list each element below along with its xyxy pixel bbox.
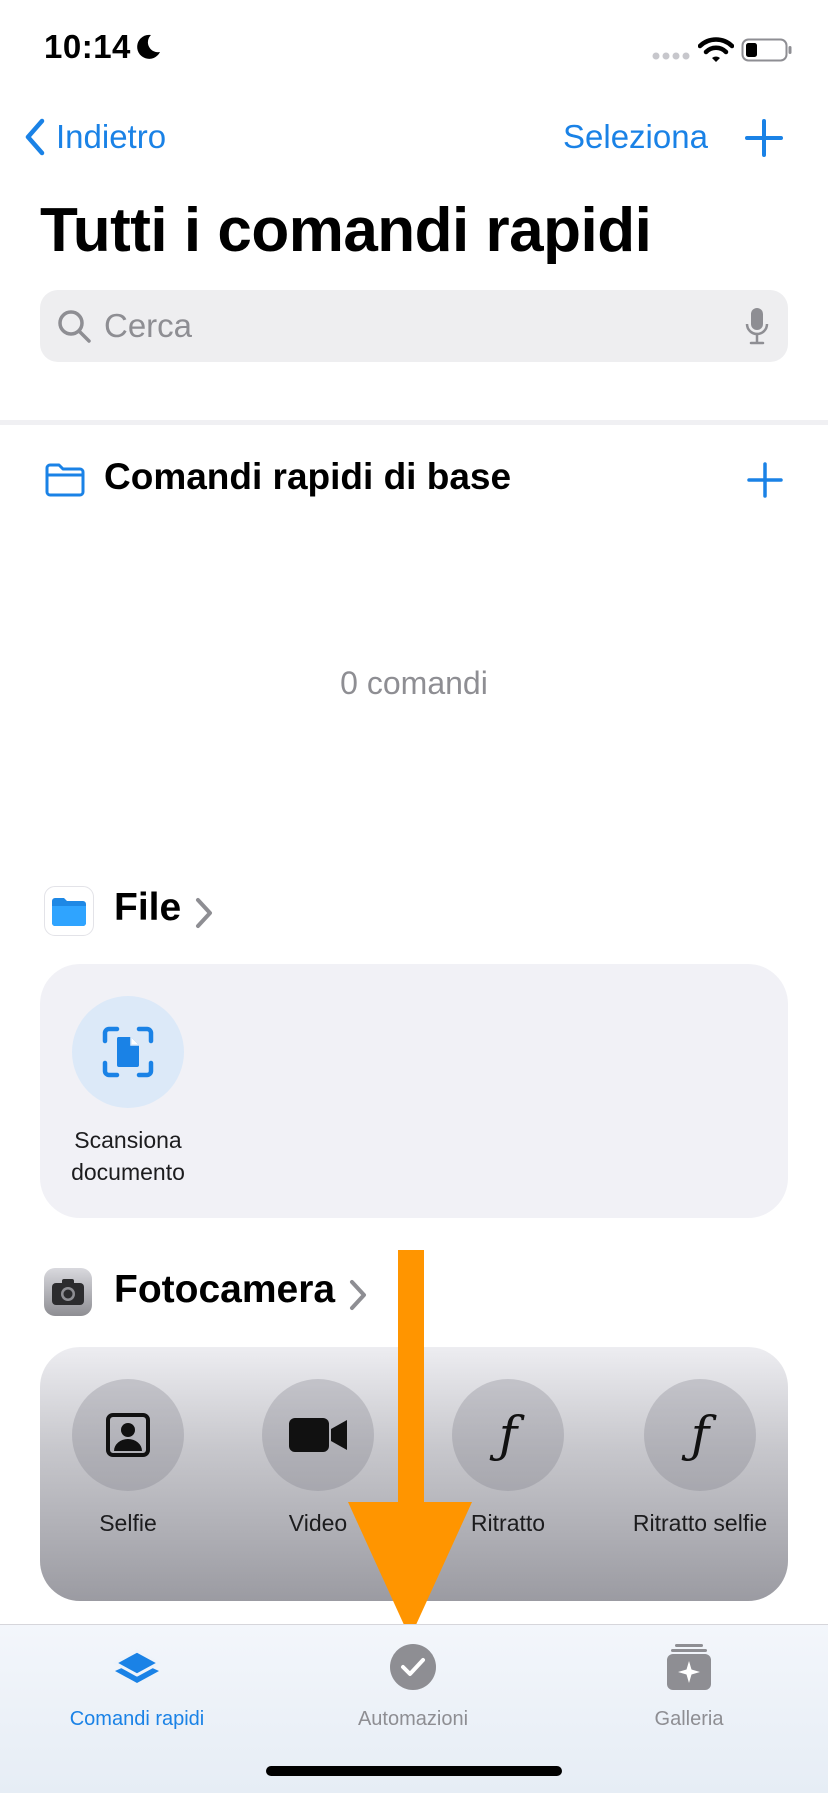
page-title: Tutti i comandi rapidi: [40, 196, 652, 265]
add-shortcut-button[interactable]: [744, 118, 784, 158]
gallery-icon: [667, 1644, 711, 1690]
f-aperture-icon: ƒ: [690, 1406, 710, 1464]
files-actions-card: Scansiona documento: [40, 964, 788, 1218]
home-indicator: [266, 1766, 562, 1776]
tab-automations[interactable]: Automazioni: [303, 1641, 523, 1731]
microphone-icon[interactable]: [744, 306, 770, 346]
tab-label: Automazioni: [357, 1708, 469, 1730]
tab-shortcuts[interactable]: Comandi rapidi: [27, 1641, 247, 1731]
search-bar[interactable]: [40, 290, 788, 362]
moon-icon: [137, 34, 160, 59]
automation-clock-icon: [390, 1644, 436, 1690]
files-app-icon: [44, 886, 94, 936]
folder-icon: [45, 463, 85, 497]
section-title-files[interactable]: File: [114, 886, 181, 930]
scan-document-button[interactable]: [72, 996, 184, 1108]
select-button[interactable]: Seleziona: [563, 118, 708, 156]
f-aperture-icon: ƒ: [498, 1406, 518, 1464]
annotation-arrow: [348, 1250, 472, 1638]
camera-app-icon: [44, 1268, 92, 1316]
tab-label: Galleria: [654, 1708, 724, 1730]
scan-document-icon: [102, 1026, 154, 1078]
tab-label: Comandi rapidi: [69, 1708, 205, 1730]
layers-icon: [113, 1649, 161, 1683]
action-label: Ritratto selfie: [632, 1510, 768, 1536]
add-to-folder-button[interactable]: [746, 461, 784, 499]
search-input[interactable]: [104, 290, 704, 362]
portrait-selfie-button[interactable]: ƒ: [644, 1379, 756, 1491]
wifi-icon: [698, 37, 734, 62]
divider: [0, 420, 828, 425]
folder-title[interactable]: Comandi rapidi di base: [104, 456, 511, 498]
chevron-right-icon[interactable]: [194, 897, 214, 929]
battery-icon: [741, 38, 792, 62]
chevron-left-icon: [25, 118, 45, 156]
selfie-icon: [106, 1413, 150, 1457]
search-icon: [58, 310, 91, 343]
action-label: Scansiona documento: [71, 1127, 185, 1185]
empty-folder-text: 0 comandi: [340, 665, 488, 701]
status-time: 10:14: [44, 28, 131, 65]
back-button[interactable]: Indietro: [24, 118, 166, 156]
tab-gallery[interactable]: Galleria: [579, 1641, 799, 1731]
selfie-button[interactable]: [72, 1379, 184, 1491]
cellular-signal-icon: [652, 52, 690, 60]
action-label: Selfie: [99, 1510, 157, 1536]
back-label: Indietro: [56, 118, 167, 155]
section-title-camera[interactable]: Fotocamera: [114, 1268, 335, 1312]
